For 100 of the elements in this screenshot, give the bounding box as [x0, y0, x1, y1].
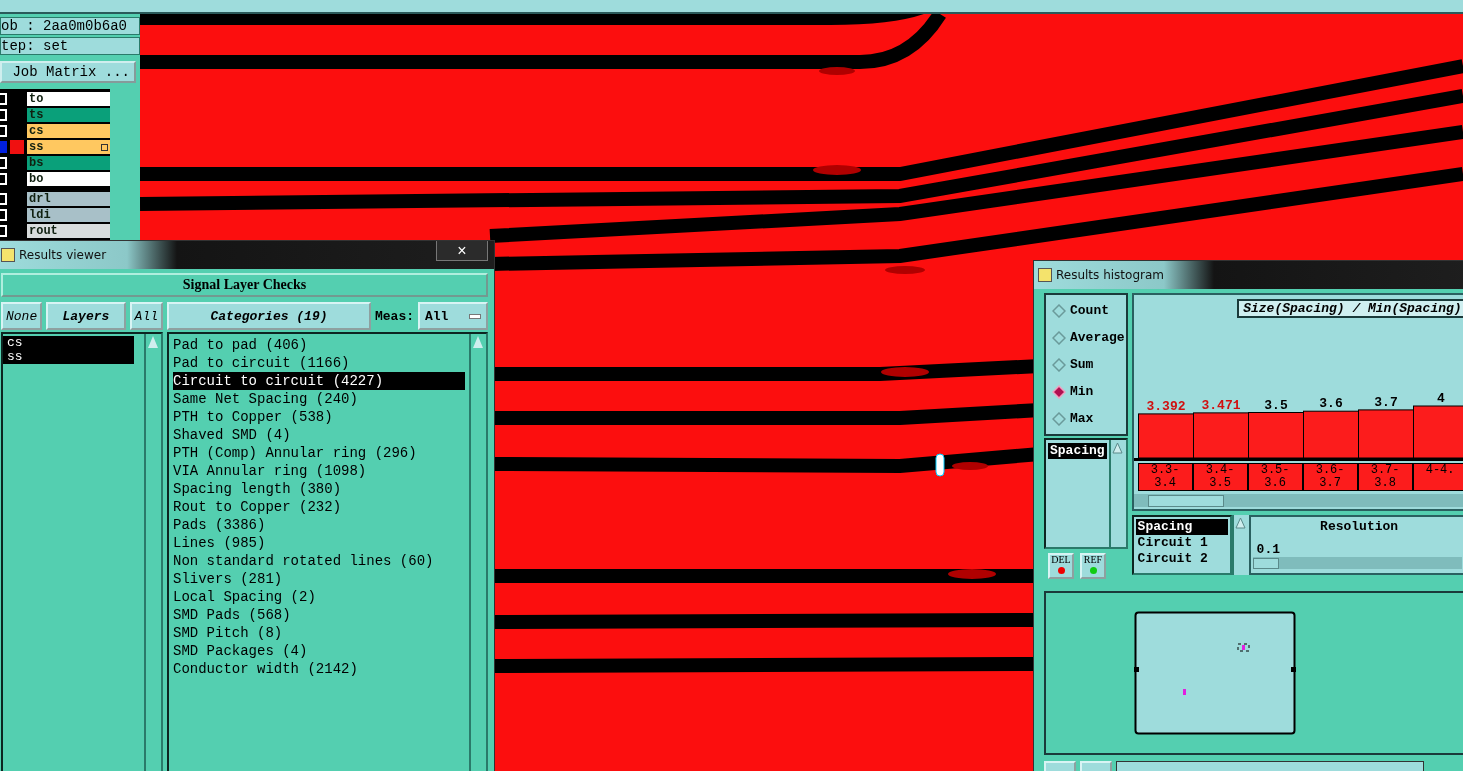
window-title: Results viewer [19, 248, 107, 262]
radio-diamond-icon[interactable] [1052, 384, 1066, 399]
bar-value-label: 3.7 [1373, 394, 1398, 410]
mode-radio[interactable]: Max [1046, 405, 1126, 432]
mode-radio[interactable]: Count [1046, 297, 1126, 324]
horizontal-scrollbar[interactable] [1133, 494, 1463, 507]
histogram-bar [1357, 409, 1414, 458]
category-item[interactable]: SMD Pads (568) [173, 606, 465, 624]
layer-name[interactable]: rout [27, 224, 110, 238]
categories-button[interactable]: Categories (19) [167, 302, 371, 330]
category-item[interactable]: Slivers (281) [173, 570, 465, 588]
resolution-slider[interactable] [1252, 557, 1462, 569]
window-title: Results histogram [1056, 268, 1164, 282]
bin-range-label: 3.7-3.8 [1357, 463, 1413, 491]
bin-range-label: 3.3-3.4 [1137, 463, 1193, 491]
violation-mark [819, 67, 855, 75]
step-name: tep: set [0, 37, 140, 55]
field-item[interactable]: Circuit 2 [1135, 551, 1228, 567]
bin-range-label: 3.6-3.7 [1302, 463, 1358, 491]
category-item[interactable]: Lines (985) [173, 534, 465, 552]
none-button[interactable]: None [1, 302, 43, 330]
bin-range-label: 3.5-3.6 [1247, 463, 1303, 491]
mode-label: Max [1070, 411, 1094, 426]
category-item[interactable]: Pads (3386) [173, 516, 465, 534]
category-item[interactable]: SMD Packages (4) [173, 642, 465, 660]
category-item[interactable]: Pad to pad (406) [173, 336, 465, 354]
meas-label: Meas: [375, 308, 414, 324]
scrollbar[interactable] [1108, 440, 1126, 547]
job-name: ob : 2aa0m0b6a0 [0, 17, 140, 35]
radio-diamond-icon[interactable] [1052, 411, 1066, 426]
dropdown-icon [469, 313, 481, 319]
del-button[interactable]: DEL [1048, 553, 1074, 579]
layer-name[interactable]: ts [27, 108, 110, 122]
category-item[interactable]: Conductor width (2142) [173, 660, 465, 678]
mode-label: Min [1070, 384, 1094, 399]
category-item[interactable]: VIA Annular ring (1098) [173, 462, 465, 480]
layer-name[interactable]: bs [27, 156, 110, 170]
category-item[interactable]: SMD Pitch (8) [173, 624, 465, 642]
chart-title: Size(Spacing) / Min(Spacing) [1237, 299, 1463, 318]
category-item[interactable]: Spacing length (380) [173, 480, 465, 498]
mode-radio[interactable]: Sum [1046, 351, 1126, 378]
category-item[interactable]: Pad to circuit (1166) [173, 354, 465, 372]
scroll-up-icon[interactable] [1111, 442, 1123, 454]
layer-list-item[interactable]: ss [3, 350, 134, 364]
field-item[interactable]: Spacing [1135, 519, 1228, 535]
layer-name[interactable]: bo [27, 172, 110, 186]
radio-diamond-icon[interactable] [1052, 330, 1066, 345]
field-item[interactable]: Circuit 1 [1135, 535, 1228, 551]
violation-mark [885, 266, 925, 274]
meas-dropdown[interactable]: All [418, 302, 488, 330]
layer-name[interactable]: ss [27, 140, 110, 154]
slider-thumb[interactable] [1252, 558, 1279, 569]
resolution-value: 0.1 [1256, 542, 1281, 557]
bar-value-label: 3.392 [1146, 398, 1186, 414]
mode-label: Count [1070, 303, 1109, 318]
radio-diamond-icon[interactable] [1052, 303, 1066, 318]
app-icon [1038, 268, 1052, 282]
layers-button[interactable]: Layers [46, 302, 126, 330]
category-item[interactable]: Local Spacing (2) [173, 588, 465, 606]
scrollbar[interactable] [469, 334, 486, 771]
histogram-bar [1137, 413, 1194, 458]
mode-radio[interactable]: Min [1046, 378, 1126, 405]
category-item[interactable]: Shaved SMD (4) [173, 426, 465, 444]
layer-menu-icon[interactable] [101, 144, 108, 151]
histogram-bar [1247, 412, 1304, 458]
layer-name[interactable]: cs [27, 124, 110, 138]
panel-header: Signal Layer Checks [1, 273, 488, 297]
category-item[interactable]: PTH to Copper (538) [173, 408, 465, 426]
violation-mark [948, 569, 996, 579]
violation-mark [952, 462, 988, 470]
layer-list-item[interactable]: cs [3, 336, 134, 350]
layer-name[interactable]: to [27, 92, 110, 106]
category-item[interactable]: Same Net Spacing (240) [173, 390, 465, 408]
layer-affected-swatch [10, 140, 24, 154]
violation-mark [813, 165, 861, 175]
scroll-up-icon[interactable] [1234, 517, 1246, 529]
close-button[interactable]: × [436, 241, 488, 261]
layer-name[interactable]: ldi [27, 208, 110, 222]
category-item[interactable]: Circuit to circuit (4227) [173, 372, 465, 390]
ref-button[interactable]: REF [1080, 553, 1106, 579]
layer-checkbox[interactable] [0, 141, 7, 153]
job-matrix-button[interactable]: Job Matrix ... [0, 61, 136, 83]
category-item[interactable]: PTH (Comp) Annular ring (296) [173, 444, 465, 462]
histogram-bar [1302, 410, 1359, 458]
mode-label: Sum [1070, 357, 1094, 372]
bar-value-label: 3.6 [1318, 396, 1343, 412]
measure-item[interactable]: Spacing [1048, 443, 1107, 459]
scrollbar[interactable] [144, 334, 161, 771]
bar-value-label: 4 [1436, 391, 1445, 406]
category-item[interactable]: Non standard rotated lines (60) [173, 552, 465, 570]
all-button[interactable]: All [129, 302, 163, 330]
bin-range-label: 4-4. [1412, 463, 1463, 491]
layer-name[interactable]: drl [27, 192, 110, 206]
violation-mark [881, 367, 929, 377]
bin-range-label: 3.4-3.5 [1192, 463, 1248, 491]
mode-radio[interactable]: Average [1046, 324, 1126, 351]
category-item[interactable]: Rout to Copper (232) [173, 498, 465, 516]
radio-diamond-icon[interactable] [1052, 357, 1066, 372]
app-icon [1, 248, 15, 262]
bar-value-label: 3.5 [1263, 397, 1288, 413]
